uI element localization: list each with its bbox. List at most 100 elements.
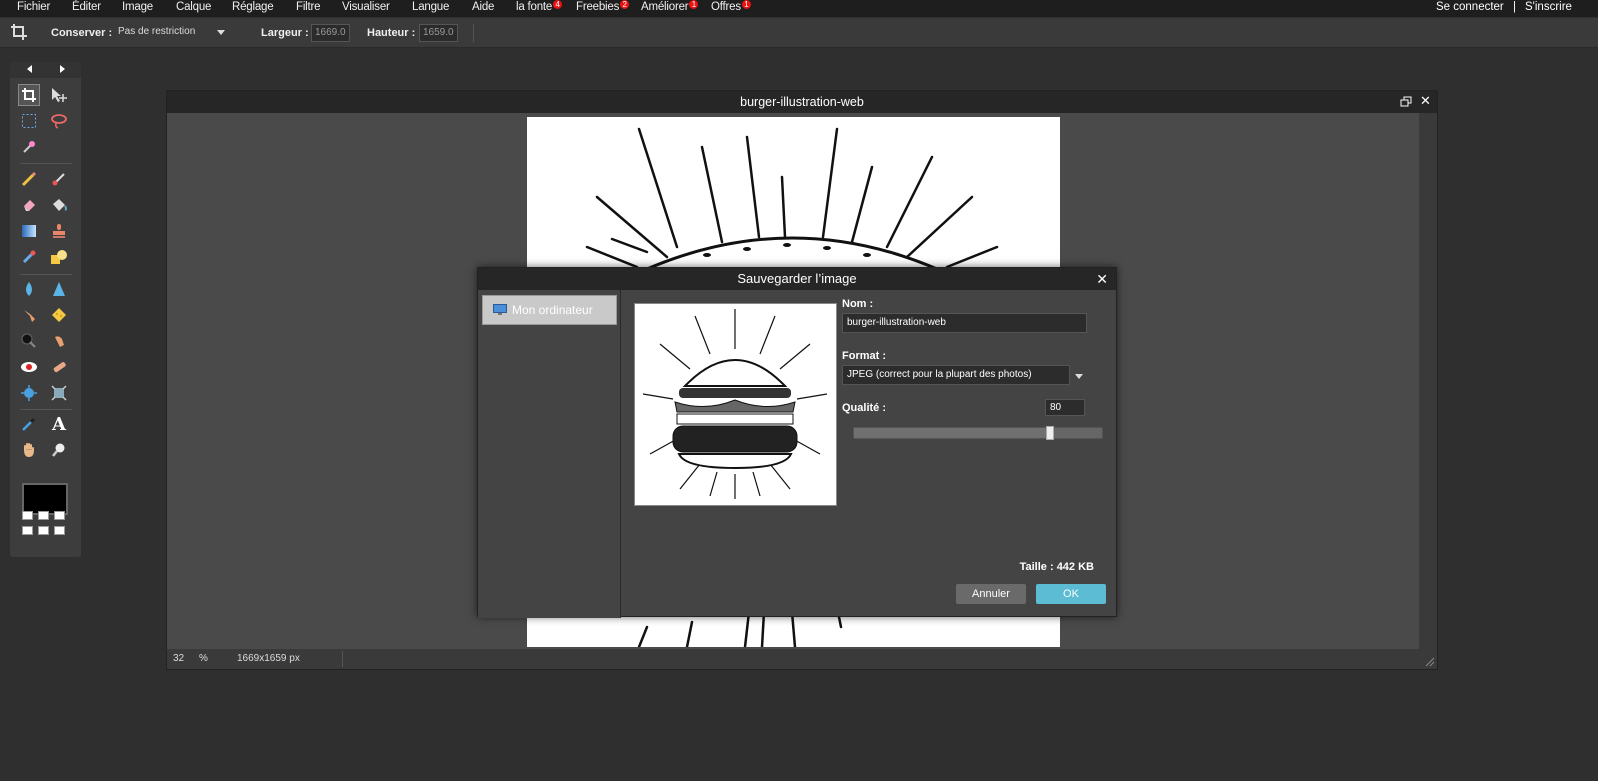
sponge-icon [52, 308, 66, 322]
cancel-button[interactable]: Annuler [956, 584, 1026, 604]
menu-filtre[interactable]: Filtre [296, 1, 321, 13]
menu-offres[interactable]: Offres 1 [711, 0, 751, 13]
menu-la-fonte[interactable]: la fonte 4 [516, 0, 563, 13]
login-link[interactable]: Se connecter [1436, 1, 1504, 13]
quality-slider[interactable] [853, 426, 1103, 440]
spot-heal-tool[interactable] [48, 356, 70, 378]
mask-square[interactable] [22, 526, 33, 535]
ok-button[interactable]: OK [1036, 584, 1106, 604]
dialog-title[interactable]: Sauvegarder l’image [478, 268, 1116, 290]
blur-tool[interactable] [18, 278, 40, 300]
menu-ameliorer[interactable]: Améliorer 1 [641, 0, 699, 13]
drawing-shapes-tool[interactable] [48, 246, 70, 268]
burn-icon [21, 333, 36, 348]
restore-window-icon[interactable] [1400, 96, 1413, 108]
crop-tool[interactable] [18, 84, 40, 106]
color-picker-tool[interactable] [18, 413, 40, 435]
cone-icon [53, 282, 65, 296]
status-divider [342, 651, 343, 667]
burn-tool[interactable] [18, 330, 40, 352]
clone-stamp-tool[interactable] [48, 220, 70, 242]
height-label: Hauteur : [367, 27, 416, 39]
image-window-title[interactable]: burger-illustration-web [167, 91, 1437, 113]
quality-slider-thumb[interactable] [1046, 426, 1054, 440]
brush-icon [52, 173, 65, 186]
collapse-left-icon[interactable] [27, 65, 32, 73]
pencil-icon [21, 171, 37, 187]
crop-icon [11, 24, 27, 40]
name-label: Nom : [842, 298, 874, 310]
sponge-tool[interactable] [48, 304, 70, 326]
menu-langue[interactable]: Langue [412, 1, 449, 13]
mask-square[interactable] [38, 526, 49, 535]
magnifier-icon [52, 443, 65, 457]
move-tool[interactable] [48, 84, 70, 106]
file-size: Taille : 442 KB [1019, 561, 1094, 573]
pinch-icon [51, 385, 67, 401]
chevron-down-icon[interactable] [1075, 374, 1083, 379]
options-divider [473, 24, 474, 42]
menu-ameliorer-label: Améliorer [641, 1, 689, 13]
zoom-input[interactable]: 32 [173, 653, 197, 664]
menu-editer[interactable]: Éditer [72, 1, 101, 13]
eraser-tool[interactable] [18, 194, 40, 216]
burger-thumbnail [642, 309, 828, 499]
paint-bucket-tool[interactable] [48, 194, 70, 216]
menu-aide[interactable]: Aide [472, 1, 494, 13]
magic-wand-tool[interactable] [18, 136, 40, 158]
filename-input[interactable]: burger-illustration-web [842, 313, 1087, 333]
menu-freebies[interactable]: Freebies 2 [576, 0, 630, 13]
toolbox-divider [20, 274, 72, 275]
mask-square[interactable] [22, 511, 33, 520]
eyedropper-icon [22, 417, 36, 431]
menu-calque[interactable]: Calque [176, 1, 211, 13]
smudge-tool[interactable] [18, 304, 40, 326]
mask-square[interactable] [54, 511, 65, 520]
constraint-select[interactable]: Pas de restriction [114, 24, 229, 42]
pinch-tool[interactable] [48, 382, 70, 404]
hand-icon [24, 443, 34, 457]
brush-tool[interactable] [48, 168, 70, 190]
expand-right-icon[interactable] [60, 65, 65, 73]
mask-square[interactable] [54, 526, 65, 535]
menu-reglage[interactable]: Réglage [232, 1, 274, 13]
width-label: Largeur : [261, 27, 309, 39]
dodge-tool[interactable] [48, 330, 70, 352]
width-input[interactable]: 1669.0 [311, 24, 350, 42]
red-eye-tool[interactable] [18, 356, 40, 378]
gradient-tool[interactable] [18, 220, 40, 242]
height-input[interactable]: 1659.0 [419, 24, 458, 42]
quality-input[interactable]: 80 [1045, 399, 1085, 416]
gradient-icon [22, 225, 36, 237]
color-replace-tool[interactable] [18, 246, 40, 268]
resize-grip-icon[interactable] [1425, 657, 1435, 667]
tool-options-bar: Conserver : Pas de restriction Largeur :… [0, 18, 1598, 48]
eye-icon [21, 362, 37, 372]
sharpen-tool[interactable] [48, 278, 70, 300]
zoom-tool[interactable] [48, 439, 70, 461]
notification-badge: 4 [553, 0, 563, 9]
location-my-computer[interactable]: Mon ordinateur [482, 295, 617, 325]
mask-square[interactable] [38, 511, 49, 520]
register-link[interactable]: S'inscrire [1525, 1, 1572, 13]
auth-separator: | [1513, 1, 1516, 13]
keep-label: Conserver : [51, 27, 113, 39]
close-icon[interactable]: ✕ [1096, 271, 1108, 288]
menu-visualiser[interactable]: Visualiser [342, 1, 390, 13]
notification-badge: 1 [741, 0, 751, 9]
menu-fichier[interactable]: Fichier [17, 1, 50, 13]
format-select[interactable]: JPEG (correct pour la plupart des photos… [842, 365, 1070, 385]
lasso-tool[interactable] [48, 110, 70, 132]
pencil-tool[interactable] [18, 168, 40, 190]
vertical-scrollbar[interactable] [1419, 113, 1437, 651]
crop-tool-icon [22, 88, 36, 102]
notification-badge: 1 [689, 0, 699, 9]
menu-image[interactable]: Image [122, 1, 153, 13]
bloat-tool[interactable] [18, 382, 40, 404]
hand-tool[interactable] [18, 439, 40, 461]
bandage-icon [53, 362, 66, 373]
marquee-tool[interactable] [18, 110, 40, 132]
save-location-list: Mon ordinateur [478, 290, 621, 618]
close-icon[interactable]: ✕ [1420, 93, 1431, 109]
type-tool[interactable]: A [48, 413, 70, 435]
